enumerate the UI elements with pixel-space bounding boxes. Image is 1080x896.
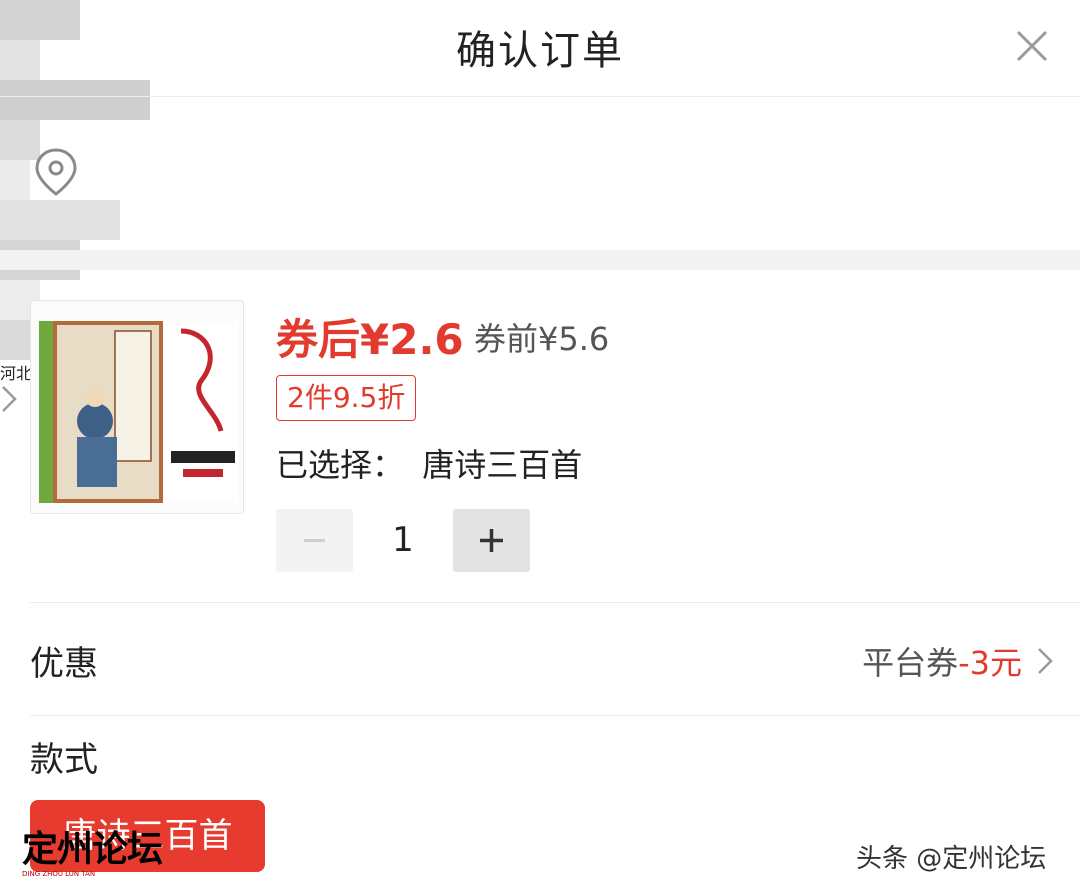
price-after-coupon: 券后¥2.6	[276, 315, 464, 364]
watermark-source: 头条 @定州论坛	[856, 844, 1047, 874]
watermark-logo-text: 定州论坛	[22, 828, 163, 870]
coupon-amount: -3元	[958, 644, 1022, 682]
quantity-value[interactable]: 1	[353, 509, 453, 572]
selected-variant: 已选择： 唐诗三百首	[276, 440, 582, 486]
coupon-value[interactable]: 平台券-3元	[862, 638, 1022, 684]
divider	[30, 602, 1080, 603]
chevron-right-icon	[2, 386, 17, 412]
chevron-right-icon[interactable]	[1036, 646, 1054, 676]
divider	[30, 715, 1080, 716]
location-pin-icon	[35, 148, 77, 196]
section-gap	[0, 250, 1080, 270]
quantity-decrease-button[interactable]	[276, 509, 353, 572]
minus-icon	[304, 539, 325, 542]
header: 确认订单	[0, 0, 1080, 97]
watermark-logo-pinyin: DING ZHOU LUN TAN	[22, 870, 96, 878]
selected-value: 唐诗三百首	[422, 446, 583, 484]
product-image[interactable]	[30, 300, 244, 514]
discount-badge: 2件9.5折	[276, 375, 417, 421]
coupon-type: 平台券	[862, 644, 959, 682]
style-label: 款式	[30, 740, 98, 780]
coupon-label: 优惠	[30, 644, 98, 684]
selected-label: 已选择：	[276, 446, 405, 484]
close-icon[interactable]	[1012, 26, 1052, 66]
page-title: 确认订单	[456, 28, 624, 74]
quantity-increase-button[interactable]	[453, 509, 530, 572]
watermark-logo: 定州论坛 DING ZHOU LUN TAN	[22, 820, 182, 886]
plus-icon	[480, 529, 503, 552]
book-cover-image	[31, 301, 243, 513]
price-before-coupon: 券前¥5.6	[474, 320, 610, 358]
